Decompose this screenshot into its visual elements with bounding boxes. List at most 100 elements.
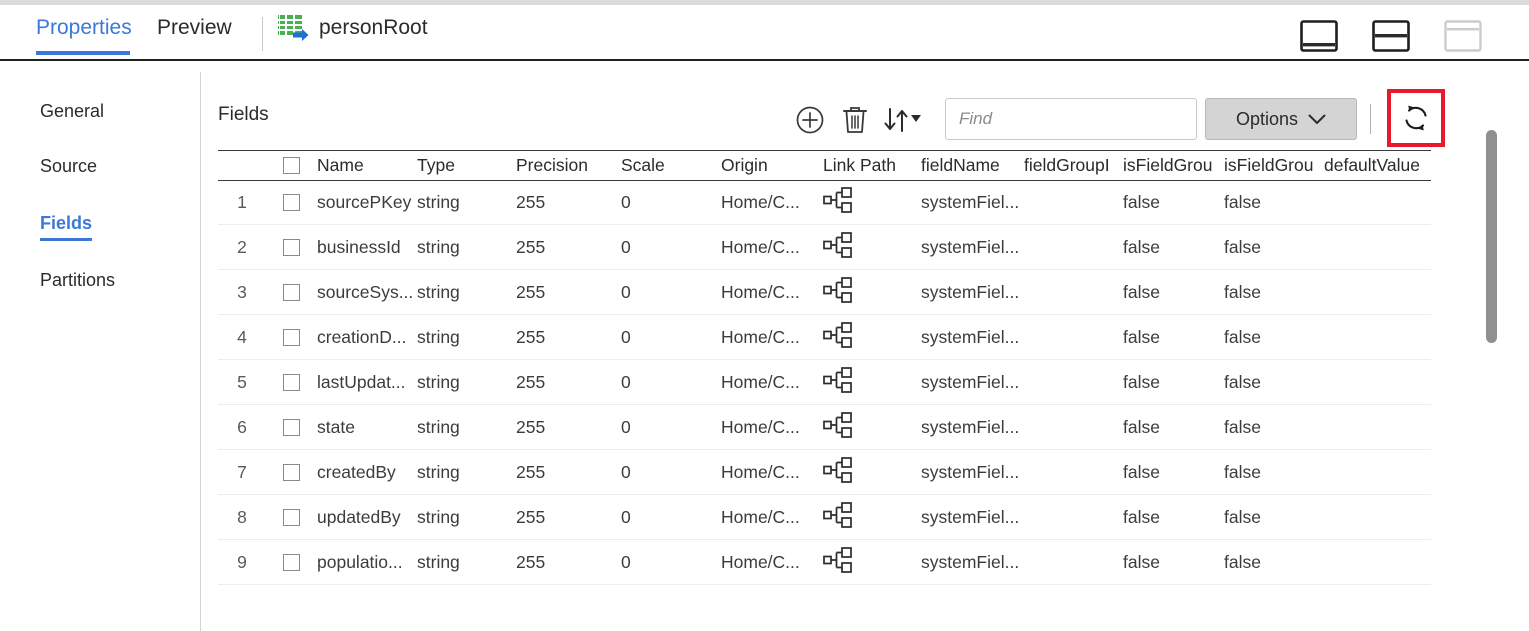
row-select-cell <box>276 180 306 224</box>
tab-bar: Properties Preview personRoot <box>0 5 1529 61</box>
table-row[interactable]: 7 createdBy string 255 0 Home/C... systemFiel.… <box>218 450 1431 495</box>
tab-properties[interactable]: Properties <box>36 9 132 61</box>
link-path-icon[interactable] <box>823 456 853 488</box>
sidebar-item-fields[interactable]: Fields <box>40 213 93 241</box>
header-scale[interactable]: Scale <box>621 150 706 180</box>
fields-table: Name Type Precision Scale Origin Link Pa… <box>218 150 1431 585</box>
cell-is-field-group-1: false <box>1123 416 1160 437</box>
row-checkbox[interactable] <box>282 193 300 211</box>
cell-is-field-group-1: false <box>1123 461 1160 482</box>
delete-field-button[interactable] <box>838 102 872 138</box>
row-checkbox[interactable] <box>282 238 300 256</box>
table-row[interactable]: 9 populatio... string 255 0 Home/C... systemFi… <box>218 540 1431 585</box>
cell-scale: 0 <box>621 326 631 347</box>
link-path-icon[interactable] <box>823 186 853 218</box>
row-index: 1 <box>237 191 247 212</box>
cell-field-group <box>1024 360 1119 404</box>
header-precision[interactable]: Precision <box>516 150 606 180</box>
row-checkbox[interactable] <box>282 553 300 571</box>
cell-name: businessId <box>317 236 401 257</box>
refresh-button-highlight[interactable] <box>1387 89 1445 147</box>
cell-origin: Home/C... <box>721 281 800 302</box>
cell-field-name: systemFiel... <box>921 191 1020 212</box>
row-select-cell <box>276 405 306 449</box>
header-origin[interactable]: Origin <box>721 150 816 180</box>
header-type[interactable]: Type <box>417 150 510 180</box>
cell-scale: 0 <box>621 191 631 212</box>
cell-field-name: systemFiel... <box>921 371 1020 392</box>
options-button[interactable]: Options <box>1205 98 1357 140</box>
cell-field-group <box>1024 540 1119 584</box>
cell-precision: 255 <box>516 461 546 482</box>
layout-bottom-panel-icon[interactable] <box>1299 19 1339 53</box>
header-is-field-group-2[interactable]: isFieldGrou <box>1224 150 1324 180</box>
table-row[interactable]: 5 lastUpdat... string 255 0 Home/C... systemFi… <box>218 360 1431 405</box>
cell-type: string <box>417 416 460 437</box>
cell-is-field-group-2: false <box>1224 506 1261 527</box>
vertical-scrollbar-thumb[interactable] <box>1486 130 1497 343</box>
row-select-cell <box>276 270 306 314</box>
sidebar-active-underline <box>40 238 93 241</box>
row-select-cell <box>276 450 306 494</box>
table-row[interactable]: 4 creationD... string 255 0 Home/C... systemFi… <box>218 315 1431 360</box>
row-checkbox[interactable] <box>282 328 300 346</box>
cell-is-field-group-1: false <box>1123 506 1160 527</box>
cell-type: string <box>417 551 460 572</box>
cell-precision: 255 <box>516 326 546 347</box>
row-checkbox[interactable] <box>282 508 300 526</box>
cell-scale: 0 <box>621 236 631 257</box>
sidebar-item-general[interactable]: General <box>40 101 104 122</box>
row-index: 3 <box>237 281 247 302</box>
sidebar-item-source[interactable]: Source <box>40 156 97 177</box>
cell-is-field-group-2: false <box>1224 326 1261 347</box>
header-name[interactable]: Name <box>317 150 417 180</box>
row-checkbox[interactable] <box>282 463 300 481</box>
header-field-name[interactable]: fieldName <box>921 150 1021 180</box>
chevron-down-icon <box>1308 114 1326 124</box>
sidebar-item-source-label: Source <box>40 156 98 176</box>
cell-is-field-group-2: false <box>1224 281 1261 302</box>
add-field-button[interactable] <box>793 103 827 137</box>
row-checkbox[interactable] <box>282 373 300 391</box>
tab-preview-label: Preview <box>157 16 232 39</box>
layout-split-horizontal-icon[interactable] <box>1371 19 1411 53</box>
cell-is-field-group-1: false <box>1123 371 1160 392</box>
cell-default-value <box>1324 180 1431 224</box>
sidebar-item-partitions[interactable]: Partitions <box>40 270 115 291</box>
header-link-path[interactable]: Link Path <box>823 150 913 180</box>
sort-fields-button[interactable] <box>881 103 929 137</box>
cell-link-path <box>823 360 913 404</box>
cell-scale: 0 <box>621 416 631 437</box>
table-header-row: Name Type Precision Scale Origin Link Pa… <box>218 150 1431 180</box>
cell-is-field-group-2: false <box>1224 236 1261 257</box>
link-path-icon[interactable] <box>823 411 853 443</box>
row-checkbox[interactable] <box>282 418 300 436</box>
link-path-icon[interactable] <box>823 231 853 263</box>
tab-preview[interactable]: Preview <box>157 9 232 61</box>
table-row[interactable]: 6 state string 255 0 Home/C... systemFiel... fa… <box>218 405 1431 450</box>
cell-origin: Home/C... <box>721 326 800 347</box>
header-is-field-group-1[interactable]: isFieldGrou <box>1123 150 1223 180</box>
search-input[interactable] <box>945 98 1197 140</box>
row-checkbox[interactable] <box>282 283 300 301</box>
row-index: 6 <box>237 416 247 437</box>
cell-scale: 0 <box>621 551 631 572</box>
link-path-icon[interactable] <box>823 366 853 398</box>
cell-precision: 255 <box>516 506 546 527</box>
table-row[interactable]: 2 businessId string 255 0 Home/C... systemFiel… <box>218 225 1431 270</box>
vertical-scrollbar-track[interactable] <box>1481 63 1529 631</box>
header-default-value[interactable]: defaultValue <box>1324 150 1431 180</box>
object-chip[interactable]: personRoot <box>278 15 428 41</box>
link-path-icon[interactable] <box>823 321 853 353</box>
toolbar-divider <box>1370 104 1371 134</box>
table-row[interactable]: 3 sourceSys... string 255 0 Home/C... systemFi… <box>218 270 1431 315</box>
table-row[interactable]: 1 sourcePKey string 255 0 Home/C... systemFiel… <box>218 180 1431 225</box>
sidebar-item-general-label: General <box>40 101 105 121</box>
cell-default-value <box>1324 360 1431 404</box>
link-path-icon[interactable] <box>823 501 853 533</box>
link-path-icon[interactable] <box>823 276 853 308</box>
table-row[interactable]: 8 updatedBy string 255 0 Home/C... systemFiel.… <box>218 495 1431 540</box>
link-path-icon[interactable] <box>823 546 853 578</box>
header-field-group-id[interactable]: fieldGroupI <box>1024 150 1119 180</box>
select-all-checkbox[interactable] <box>282 156 300 174</box>
